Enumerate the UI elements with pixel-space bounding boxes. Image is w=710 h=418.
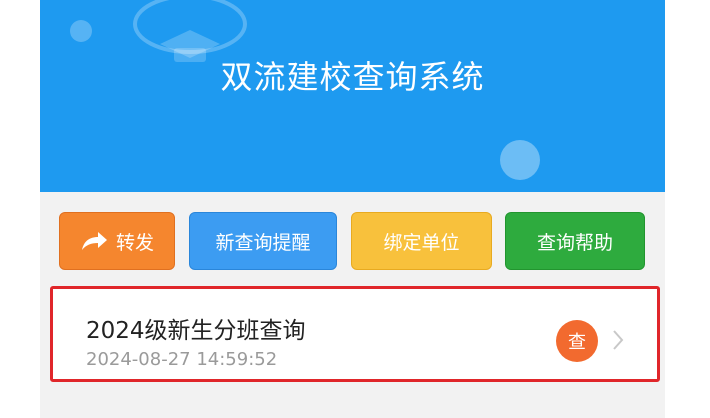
query-help-button[interactable]: 查询帮助 [505, 212, 645, 270]
bind-unit-label: 绑定单位 [383, 231, 460, 254]
decor-circle [70, 20, 92, 42]
query-help-label: 查询帮助 [536, 231, 613, 254]
forward-button[interactable]: 转发 [59, 212, 175, 270]
share-arrow-icon [81, 232, 107, 250]
action-toolbar: 转发 新查询提醒 绑定单位 查询帮助 [40, 192, 665, 284]
new-query-reminder-button[interactable]: 新查询提醒 [189, 212, 337, 270]
query-item-title: 2024级新生分班查询 [86, 318, 306, 344]
query-item-timestamp: 2024-08-27 14:59:52 [86, 349, 278, 370]
decor-circle [500, 140, 540, 180]
query-badge: 查 [556, 320, 598, 362]
bind-unit-button[interactable]: 绑定单位 [351, 212, 492, 270]
page-title: 双流建校查询系统 [220, 58, 485, 96]
chevron-right-icon [613, 330, 624, 350]
query-list-item[interactable]: 2024级新生分班查询 2024-08-27 14:59:52 查 [50, 286, 660, 382]
header-banner: 双流建校查询系统 [40, 0, 665, 192]
new-query-reminder-label: 新查询提醒 [215, 231, 311, 254]
list-bottom-area [40, 390, 665, 418]
forward-button-label: 转发 [115, 231, 154, 254]
app-screen: 双流建校查询系统 转发 新查询提醒 绑定单位 查询帮助 2024级新生分班查询 … [40, 0, 665, 418]
